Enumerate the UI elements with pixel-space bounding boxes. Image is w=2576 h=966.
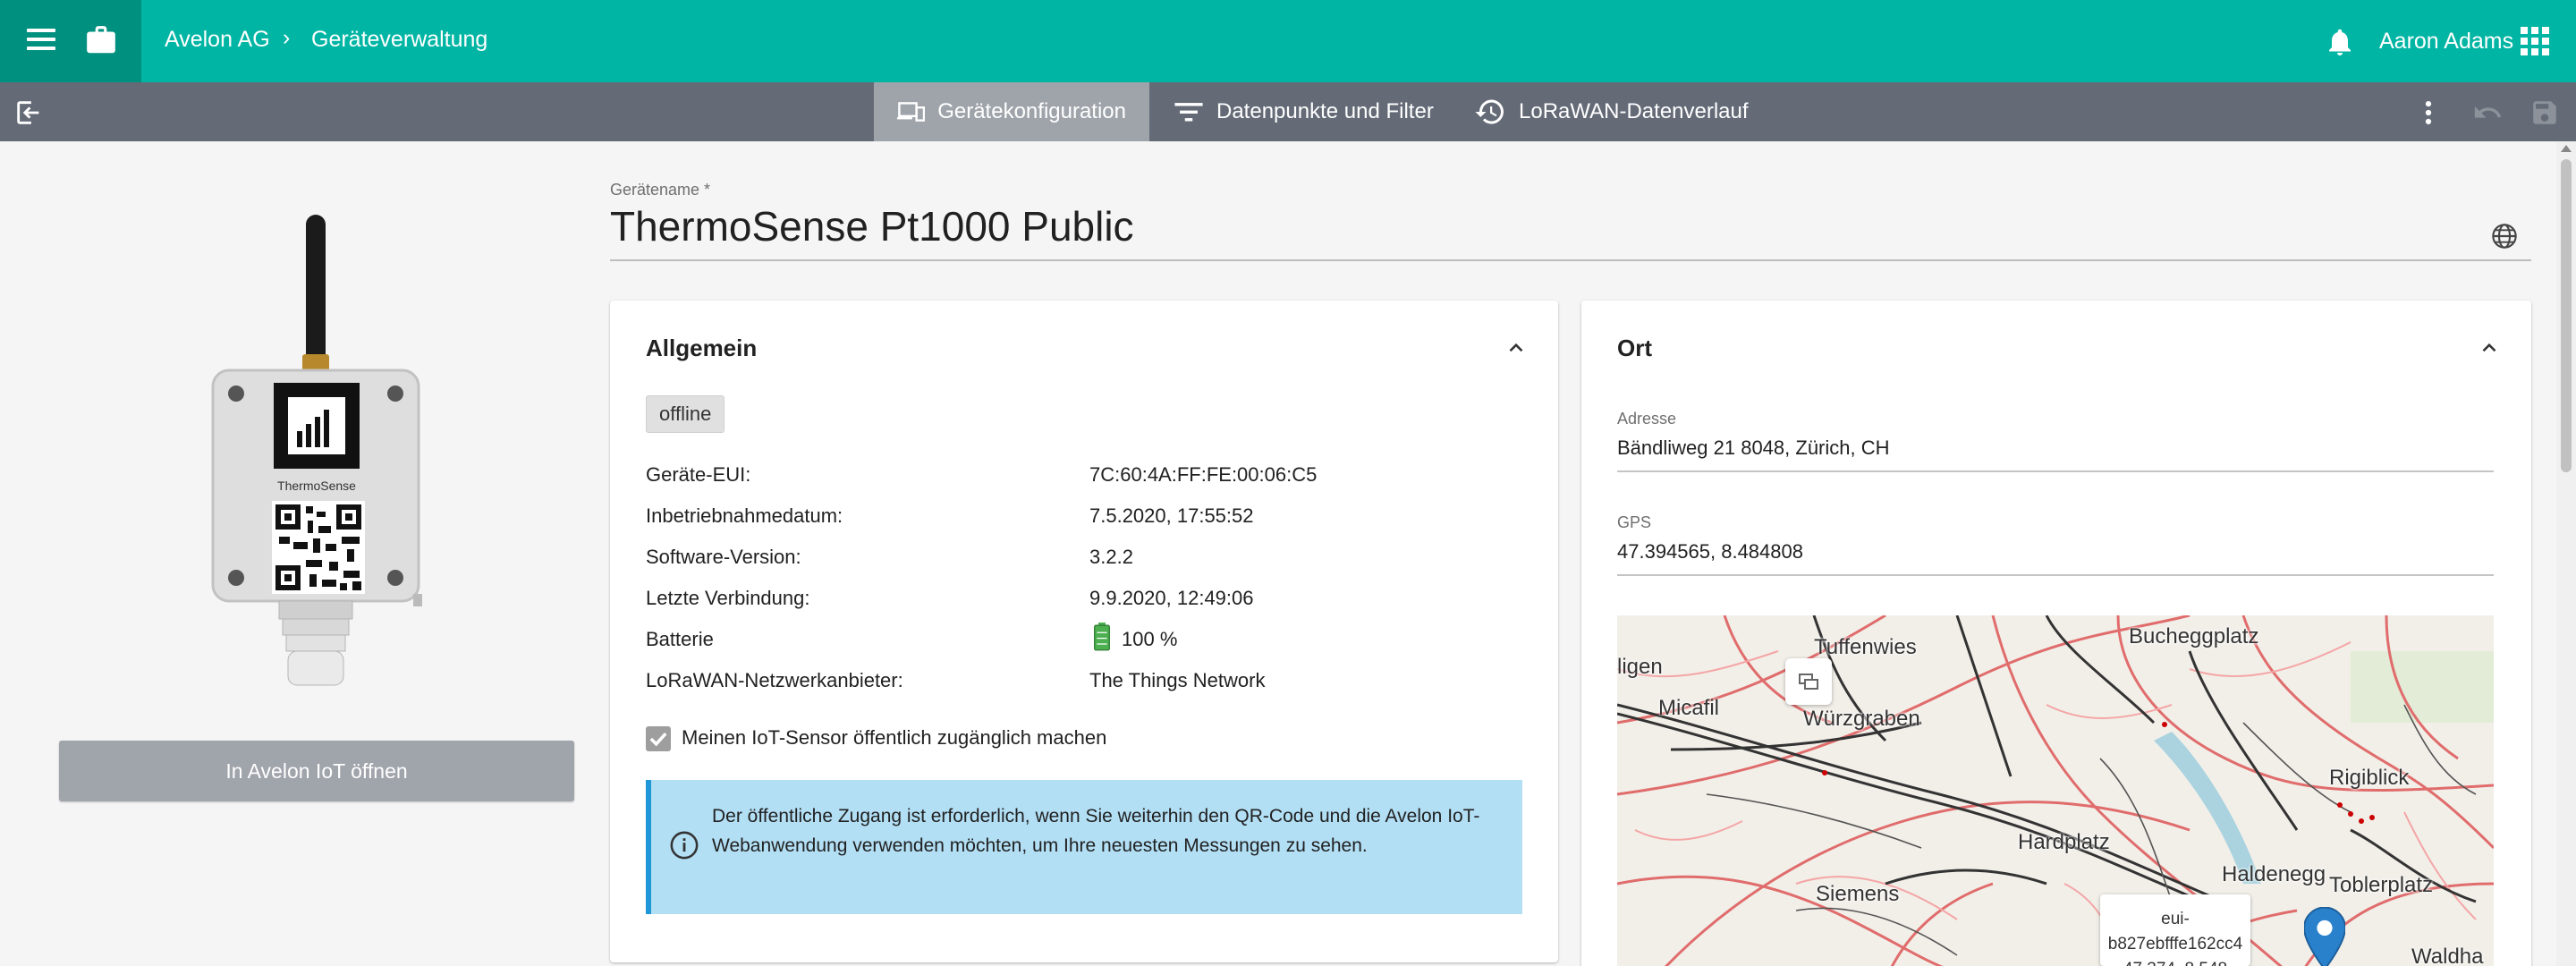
menu-icon[interactable] [23, 25, 59, 57]
exit-icon[interactable] [13, 97, 45, 128]
collapse-chevron-up-icon[interactable] [1504, 336, 1528, 360]
eui-value: 7C:60:4A:FF:FE:00:06:C5 [1089, 463, 1318, 486]
commissioning-date-value: 7.5.2020, 17:55:52 [1089, 504, 1254, 527]
map[interactable]: ligen Tuffenwies Bucheggplatz Micafil Wü… [1617, 615, 2494, 966]
map-label: Rigiblick [2329, 766, 2410, 790]
software-version-value: 3.2.2 [1089, 546, 1133, 568]
map-label: Toblerplatz [2329, 873, 2434, 897]
map-label: Bucheggplatz [2129, 624, 2259, 648]
tab-datapoints-filter[interactable]: Datenpunkte und Filter [1150, 82, 1457, 141]
info-box: Der öffentliche Zugang ist erforderlich,… [646, 780, 1522, 914]
tab-label: Datenpunkte und Filter [1216, 99, 1434, 123]
map-label: Tuffenwies [1814, 635, 1917, 659]
address-label: Adresse [1617, 410, 1677, 428]
eui-label: Geräte-EUI: [646, 463, 751, 486]
device-name-label: Gerätename * [610, 181, 711, 199]
checkmark-icon [649, 732, 667, 747]
notifications-bell-icon[interactable] [2324, 24, 2356, 60]
popup-coordinates: 47.374, 8.548 [2100, 957, 2250, 966]
commissioning-date-label: Inbetriebnahmedatum: [646, 504, 843, 527]
map-label: Hardplatz [2018, 830, 2110, 854]
public-access-checkbox[interactable] [646, 726, 671, 751]
map-label: Siemens [1816, 882, 1900, 906]
page-scrollbar[interactable] [2556, 141, 2576, 966]
location-card-title: Ort [1617, 335, 1652, 361]
breadcrumb-section[interactable]: Geräteverwaltung [311, 27, 487, 53]
battery-label: Batterie [646, 628, 714, 650]
open-in-avelon-iot-button[interactable]: In Avelon IoT öffnen [59, 741, 574, 801]
map-tiles [1617, 615, 2494, 966]
breadcrumb-company[interactable]: Avelon AG [165, 27, 270, 53]
history-icon [1475, 99, 1504, 124]
popup-device-eui: eui-b827ebfffe162cc4 [2107, 910, 2243, 953]
layers-icon [1799, 674, 1818, 690]
app-bar-left-block [0, 0, 141, 82]
app-bar: Avelon AG › Geräteverwaltung Aaron Adams [0, 0, 2576, 82]
tab-label: LoRaWAN-Datenverlauf [1519, 99, 1749, 123]
map-marker-icon[interactable] [2304, 907, 2345, 966]
globe-icon[interactable] [2490, 222, 2519, 250]
software-version-label: Software-Version: [646, 546, 801, 568]
briefcase-icon[interactable] [84, 23, 118, 57]
gps-label: GPS [1617, 513, 1652, 531]
toolbar: Gerätekonfiguration Datenpunkte und Filt… [0, 82, 2576, 141]
gps-underline [1617, 574, 2494, 576]
location-card: Ort Adresse Bändliweg 21 8048, Zürich, C… [1581, 301, 2531, 966]
save-icon[interactable] [2529, 97, 2560, 128]
gps-input[interactable]: 47.394565, 8.484808 [1617, 540, 1803, 564]
last-connection-label: Letzte Verbindung: [646, 587, 810, 609]
address-input[interactable]: Bändliweg 21 8048, Zürich, CH [1617, 436, 1890, 460]
undo-icon[interactable] [2472, 97, 2503, 128]
map-label: Würzgraben [1803, 707, 1920, 731]
general-card: Allgemein offline Geräte-EUI: 7C:60:4A:F… [610, 301, 1558, 962]
map-label: Haldenegg [2222, 862, 2326, 886]
last-connection-value: 9.9.2020, 12:49:06 [1089, 587, 1254, 609]
network-provider-value: The Things Network [1089, 669, 1266, 691]
map-label: Waldha [2411, 945, 2484, 966]
scroll-thumb[interactable] [2561, 159, 2572, 472]
tab-lorawan-history[interactable]: LoRaWAN-Datenverlauf [1451, 82, 1772, 141]
tab-label: Gerätekonfiguration [937, 99, 1126, 123]
device-brand-label: ThermoSense [277, 479, 356, 493]
map-marker-popup: eui-b827ebfffe162cc4 47.374, 8.548 [2100, 894, 2250, 966]
collapse-chevron-up-icon[interactable] [2478, 336, 2501, 360]
scroll-up-arrow-icon[interactable] [2561, 145, 2572, 152]
info-text: Der öffentliche Zugang ist erforderlich,… [712, 806, 1480, 856]
general-card-title: Allgemein [646, 335, 758, 361]
map-layers-button[interactable] [1785, 658, 1832, 705]
battery-full-icon [1094, 623, 1110, 651]
battery-value: 100 % [1122, 628, 1178, 650]
breadcrumb-separator: › [283, 25, 291, 50]
map-label: ligen [1617, 655, 1663, 679]
public-access-label[interactable]: Meinen IoT-Sensor öffentlich zugänglich … [682, 726, 1106, 750]
filter-icon [1174, 103, 1203, 122]
device-name-input[interactable]: ThermoSense Pt1000 Public [610, 202, 1134, 250]
info-icon [670, 831, 699, 860]
status-badge: offline [646, 395, 725, 433]
devices-icon [897, 102, 926, 122]
apps-grid-icon[interactable] [2521, 27, 2549, 55]
map-label: Micafil [1658, 696, 1720, 720]
device-name-underline [610, 259, 2531, 261]
tab-device-configuration[interactable]: Gerätekonfiguration [874, 82, 1149, 141]
user-name[interactable]: Aaron Adams [2379, 29, 2513, 55]
device-image: ThermoSense [211, 215, 422, 686]
network-provider-label: LoRaWAN-Netzwerkanbieter: [646, 669, 903, 691]
more-vert-icon[interactable] [2413, 97, 2444, 128]
address-underline [1617, 470, 2494, 472]
